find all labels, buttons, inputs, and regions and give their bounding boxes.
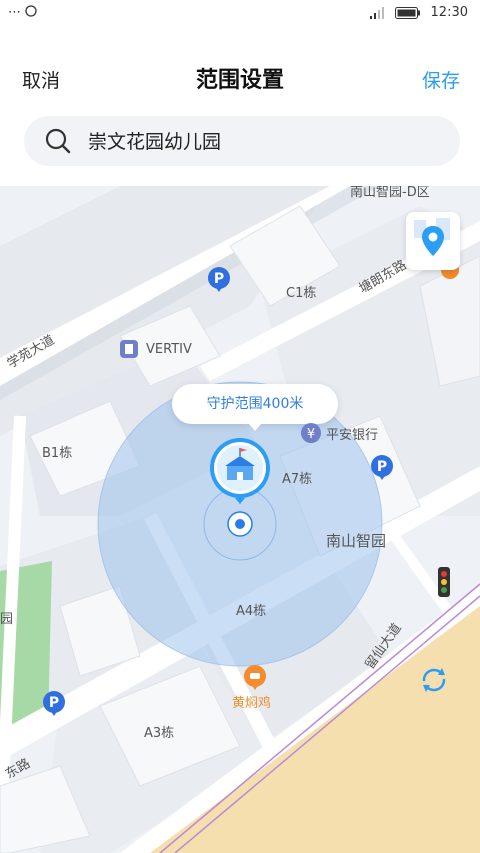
locate-button[interactable] bbox=[406, 212, 460, 270]
map-label-c1: C1栋 bbox=[286, 286, 317, 301]
svg-text:P: P bbox=[49, 695, 59, 711]
building-icon bbox=[120, 340, 138, 358]
svg-text:¥: ¥ bbox=[307, 427, 315, 442]
parking-icon: P bbox=[208, 267, 230, 292]
svg-text:P: P bbox=[377, 459, 387, 475]
map-label-yuan: 园 bbox=[0, 612, 14, 627]
refresh-button[interactable] bbox=[416, 662, 452, 698]
status-right: 12:30 bbox=[369, 5, 468, 20]
signal-icon bbox=[369, 6, 384, 19]
battery-icon bbox=[394, 6, 420, 19]
map-label-vertiv: VERTIV bbox=[146, 342, 192, 357]
map-label-nanshan-d: 南山智园-D区 bbox=[350, 186, 430, 200]
map-label-nanshan-zhiyuan: 南山智园 bbox=[326, 532, 387, 550]
map-label-a4: A4栋 bbox=[236, 604, 267, 619]
bank-icon: ¥ bbox=[301, 423, 321, 443]
map-label-huangmenji: 黄焖鸡 bbox=[232, 696, 272, 711]
map-label-a7: A7栋 bbox=[282, 472, 313, 487]
map-label-b1: B1栋 bbox=[42, 446, 73, 461]
more-icon: ⋯ bbox=[8, 5, 21, 20]
map-view[interactable]: 守护范围400米 P P P ¥ 南山智园-D区 C1栋 塘朗东路 学苑大道 V… bbox=[0, 186, 480, 853]
map-canvas bbox=[0, 186, 480, 853]
status-left: ⋯ bbox=[8, 5, 37, 20]
status-time: 12:30 bbox=[430, 5, 468, 20]
parking-icon: P bbox=[43, 691, 65, 716]
location-pin-icon bbox=[414, 218, 450, 256]
map-label-pingan: 平安银行 bbox=[326, 428, 379, 443]
save-button[interactable]: 保存 bbox=[422, 66, 460, 93]
school-icon[interactable] bbox=[205, 436, 275, 506]
traffic-light-icon bbox=[438, 567, 450, 597]
parking-icon: P bbox=[371, 455, 393, 480]
guard-range-callout: 守护范围400米 bbox=[172, 384, 338, 431]
svg-text:P: P bbox=[214, 271, 224, 287]
search-input[interactable] bbox=[88, 129, 438, 151]
search-bar[interactable] bbox=[24, 116, 460, 166]
search-icon bbox=[45, 128, 71, 154]
chat-bubble-icon bbox=[25, 5, 37, 17]
restaurant-icon bbox=[244, 665, 266, 690]
top-navigation: 取消 范围设置 保存 bbox=[0, 52, 480, 106]
page-title: 范围设置 bbox=[195, 68, 284, 93]
refresh-icon bbox=[422, 668, 446, 692]
status-bar: ⋯ 12:30 bbox=[0, 0, 480, 28]
map-label-a3: A3栋 bbox=[144, 726, 175, 741]
